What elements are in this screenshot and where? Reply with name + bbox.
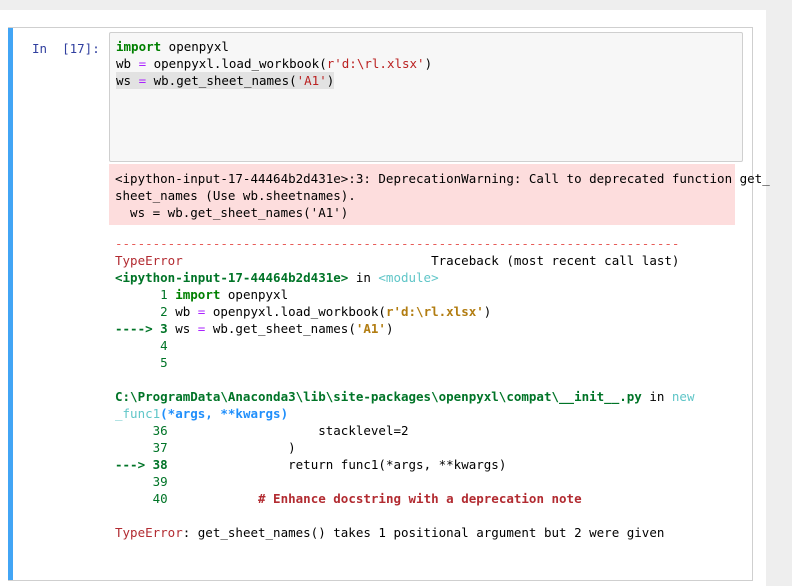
- code-text: openpyxl: [220, 287, 289, 302]
- string-literal: 'A1': [296, 73, 327, 88]
- keyword: import: [116, 39, 162, 54]
- frame2-line: 37 ): [115, 439, 745, 456]
- line-number: 4: [160, 338, 168, 353]
- function-name: _func1: [115, 406, 161, 421]
- code-text: ): [424, 56, 433, 71]
- code-text: wb: [116, 56, 139, 71]
- code-text: openpyxl.load_workbook(: [205, 304, 386, 319]
- line-arrow: [115, 338, 160, 353]
- notebook-page: In [17]: import openpyxl wb = openpyxl.l…: [0, 10, 770, 586]
- operator: =: [138, 56, 147, 71]
- line-arrow: [115, 440, 153, 455]
- module-name: <module>: [378, 270, 439, 285]
- line-number: 3: [160, 321, 168, 336]
- traceback-output: ----------------------------------------…: [115, 235, 745, 541]
- line-number: 36: [152, 423, 168, 438]
- frame2-line-current: ---> 38 return func1(*args, **kwargs): [115, 456, 745, 473]
- code-text: wb.get_sheet_names(: [205, 321, 356, 336]
- frame2-location: C:\ProgramData\Anaconda3\lib\site-packag…: [115, 388, 745, 405]
- error-message: : get_sheet_names() takes 1 positional a…: [182, 525, 665, 540]
- code-line-2[interactable]: wb = openpyxl.load_workbook(r'd:\rl.xlsx…: [116, 55, 736, 72]
- string-literal: r'd:\rl.xlsx': [326, 56, 425, 71]
- line-arrow: [115, 491, 153, 506]
- file-path: C:\ProgramData\Anaconda3\lib\site-packag…: [115, 389, 642, 404]
- frame-location: <ipython-input-17-44464b2d431e> in <modu…: [115, 269, 745, 286]
- traceback-title: Traceback (most recent call last): [182, 253, 680, 268]
- stderr-line: <ipython-input-17-44464b2d431e>:3: Depre…: [115, 171, 770, 186]
- code-text: openpyxl: [161, 39, 229, 54]
- final-error: TypeError: get_sheet_names() takes 1 pos…: [115, 524, 745, 541]
- traceback-separator: ----------------------------------------…: [115, 236, 680, 251]
- code-line-1[interactable]: import openpyxl: [116, 38, 736, 55]
- operator: =: [138, 73, 147, 88]
- error-name: TypeError: [115, 525, 183, 540]
- code-text: ): [167, 440, 296, 455]
- line-number: 38: [152, 457, 168, 472]
- line-number: 40: [152, 491, 168, 506]
- function-name: new: [671, 389, 695, 404]
- frame1-line-current: ----> 3 ws = wb.get_sheet_names('A1'): [115, 320, 745, 337]
- code-text: ws: [167, 321, 198, 336]
- line-number: 1: [160, 287, 168, 302]
- frame1-line: 5: [115, 354, 745, 371]
- code-text: wb.get_sheet_names(: [146, 73, 297, 88]
- line-number: 39: [152, 474, 168, 489]
- line-arrow: [115, 474, 153, 489]
- string-literal: r'd:\rl.xlsx': [385, 304, 484, 319]
- frame2-location-cont: _func1(*args, **kwargs): [115, 405, 745, 422]
- line-arrow: --->: [115, 457, 153, 472]
- function-args: (*args, **kwargs): [160, 406, 289, 421]
- code-text: openpyxl.load_workbook(: [146, 56, 327, 71]
- traceback-header: TypeError Traceback (most recent call la…: [115, 252, 745, 269]
- in-word: in: [348, 270, 379, 285]
- frame2-line: 39: [115, 473, 745, 490]
- keyword: import: [175, 287, 221, 302]
- line-arrow: [115, 287, 160, 302]
- input-prompt: In [17]:: [32, 41, 100, 56]
- code-text: ws: [116, 73, 139, 88]
- line-number: 2: [160, 304, 168, 319]
- line-arrow: ---->: [115, 321, 161, 336]
- stderr-line: ws = wb.get_sheet_names('A1'): [115, 205, 349, 220]
- code-text: return func1(*args, **kwargs): [167, 457, 507, 472]
- frame1-line: 4: [115, 337, 745, 354]
- frame2-line: 36 stacklevel=2: [115, 422, 745, 439]
- code-cell[interactable]: In [17]: import openpyxl wb = openpyxl.l…: [8, 27, 770, 581]
- code-text: ): [483, 304, 492, 319]
- comment-text: # Enhance docstring with a deprecation n…: [167, 491, 582, 506]
- frame1-line: 1 import openpyxl: [115, 286, 745, 303]
- line-arrow: [115, 304, 160, 319]
- code-line-3[interactable]: ws = wb.get_sheet_names('A1'): [116, 72, 335, 89]
- cell-selection-bar: [8, 28, 13, 580]
- frame2-line: 40 # Enhance docstring with a deprecatio…: [115, 490, 745, 507]
- code-editor[interactable]: import openpyxl wb = openpyxl.load_workb…: [109, 32, 743, 162]
- input-ref: <ipython-input-17-44464b2d431e>: [115, 270, 349, 285]
- code-text: stacklevel=2: [167, 423, 409, 438]
- in-word: in: [641, 389, 672, 404]
- line-number: 5: [160, 355, 168, 370]
- error-name: TypeError: [115, 253, 183, 268]
- frame1-line: 2 wb = openpyxl.load_workbook(r'd:\rl.xl…: [115, 303, 745, 320]
- string-literal: 'A1': [355, 321, 386, 336]
- line-arrow: [115, 355, 160, 370]
- line-number: 37: [152, 440, 168, 455]
- stderr-line: sheet_names (Use wb.sheetnames).: [115, 188, 356, 203]
- code-text: wb: [167, 304, 198, 319]
- code-text: ): [326, 73, 335, 88]
- stderr-output: <ipython-input-17-44464b2d431e>:3: Depre…: [109, 164, 770, 225]
- line-arrow: [115, 423, 153, 438]
- code-text: ): [385, 321, 394, 336]
